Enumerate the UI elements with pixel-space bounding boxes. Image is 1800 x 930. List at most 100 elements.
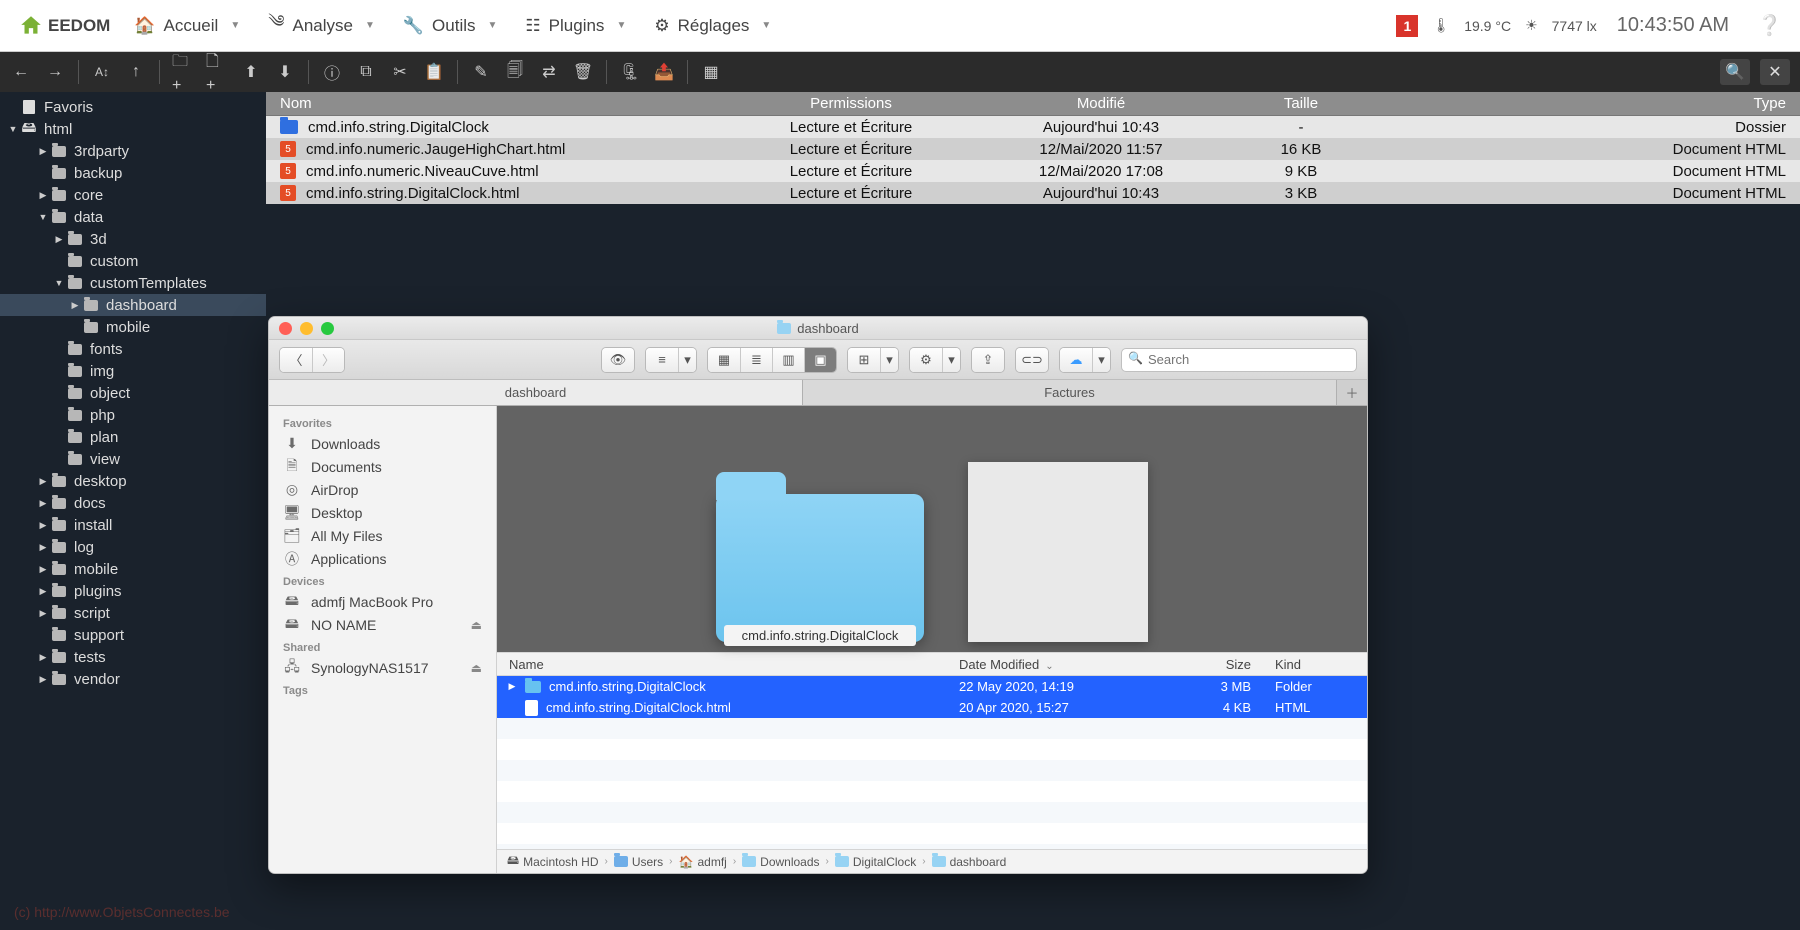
tree-item-3rdparty[interactable]: ▶3rdparty xyxy=(0,140,266,162)
window-close-icon[interactable] xyxy=(279,322,292,335)
search-input[interactable] xyxy=(1121,348,1357,372)
sidebar-item[interactable]: ⬇Downloads xyxy=(269,432,496,455)
view-list-button[interactable]: ≣ xyxy=(740,348,772,372)
window-zoom-icon[interactable] xyxy=(321,322,334,335)
menu-outils[interactable]: 🔧 Outils▼ xyxy=(391,10,510,42)
help-icon[interactable]: ❔ xyxy=(1749,13,1790,38)
nav-back-button[interactable]: 〈 xyxy=(280,348,312,372)
sidebar-item[interactable]: 🗂All My Files xyxy=(269,524,496,547)
jeedom-logo[interactable]: EEDOM xyxy=(10,13,118,39)
col-type[interactable]: Type xyxy=(1366,95,1800,112)
file-row[interactable]: 5cmd.info.numeric.NiveauCuve.htmlLecture… xyxy=(266,160,1800,182)
action-dropdown[interactable]: ▾ xyxy=(942,348,960,372)
duplicate-icon[interactable]: 🗐 xyxy=(504,61,526,83)
search-button[interactable]: 🔍 xyxy=(1720,59,1750,85)
download-icon[interactable]: ⬇ xyxy=(274,61,296,83)
col-size[interactable]: Size xyxy=(1177,657,1263,672)
view-gallery-button[interactable]: ▣ xyxy=(804,348,836,372)
col-name[interactable]: Name xyxy=(497,657,947,672)
sidebar-item[interactable]: 🖴admfj MacBook Pro xyxy=(269,590,496,613)
finder-row[interactable]: ▶cmd.info.string.DigitalClock22 May 2020… xyxy=(497,676,1367,697)
finder-row[interactable]: cmd.info.string.DigitalClock.html20 Apr … xyxy=(497,697,1367,718)
new-file-icon[interactable]: 🗋+ xyxy=(206,61,228,83)
notification-badge[interactable]: 1 xyxy=(1396,15,1418,37)
forward-icon[interactable]: → xyxy=(44,61,66,83)
tree-item-desktop[interactable]: ▶desktop xyxy=(0,470,266,492)
archive-icon[interactable]: 🗜 xyxy=(619,61,641,83)
tree-item-custom[interactable]: custom xyxy=(0,250,266,272)
icloud-button[interactable]: ☁ xyxy=(1060,348,1092,372)
tree-item-fonts[interactable]: fonts xyxy=(0,338,266,360)
sidebar-item[interactable]: 🖥Desktop xyxy=(269,501,496,524)
tree-item-dashboard[interactable]: ▶dashboard xyxy=(0,294,266,316)
preview-folder[interactable]: cmd.info.string.DigitalClock xyxy=(716,494,924,642)
view-columns-button[interactable]: ▥ xyxy=(772,348,804,372)
tree-item-plugins[interactable]: ▶plugins xyxy=(0,580,266,602)
tab-add-button[interactable]: ＋ xyxy=(1337,380,1367,405)
tree-item-plan[interactable]: plan xyxy=(0,426,266,448)
tags-button[interactable]: ⊂⊃ xyxy=(1016,348,1048,372)
path-segment[interactable]: Users xyxy=(614,855,663,869)
quicklook-button[interactable]: 👁 xyxy=(602,348,634,372)
eject-icon[interactable]: ⏏ xyxy=(471,618,482,632)
edit-icon[interactable]: ✎ xyxy=(470,61,492,83)
close-button[interactable]: ✕ xyxy=(1760,59,1790,85)
tree-item-customTemplates[interactable]: ▼customTemplates xyxy=(0,272,266,294)
tree-item-log[interactable]: ▶log xyxy=(0,536,266,558)
cut-icon[interactable]: ✂ xyxy=(389,61,411,83)
col-kind[interactable]: Kind xyxy=(1263,657,1367,672)
tree-item-support[interactable]: support xyxy=(0,624,266,646)
tree-item-data[interactable]: ▼data xyxy=(0,206,266,228)
path-segment[interactable]: 🖴Macintosh HD xyxy=(507,851,598,872)
file-row[interactable]: 5cmd.info.string.DigitalClock.htmlLectur… xyxy=(266,182,1800,204)
tree-item-object[interactable]: object xyxy=(0,382,266,404)
tree-item-php[interactable]: php xyxy=(0,404,266,426)
tree-item-mobile[interactable]: ▶mobile xyxy=(0,558,266,580)
tree-item-tests[interactable]: ▶tests xyxy=(0,646,266,668)
grid-icon[interactable]: ▦ xyxy=(700,61,722,83)
new-folder-icon[interactable]: 🗀+ xyxy=(172,61,194,83)
arrange-button[interactable]: ⊞ xyxy=(848,348,880,372)
tree-item-vendor[interactable]: ▶vendor xyxy=(0,668,266,690)
tree-item-img[interactable]: img xyxy=(0,360,266,382)
tree-item-script[interactable]: ▶script xyxy=(0,602,266,624)
share-button[interactable]: ⇪ xyxy=(972,348,1004,372)
rename-icon[interactable]: ⇄ xyxy=(538,61,560,83)
menu-plugins[interactable]: ☷ Plugins▼ xyxy=(513,10,638,42)
col-mod[interactable]: Modifié xyxy=(966,95,1236,112)
tree-item-3d[interactable]: ▶3d xyxy=(0,228,266,250)
finder-search[interactable] xyxy=(1121,348,1357,372)
sidebar-item[interactable]: 🖧SynologyNAS1517⏏ xyxy=(269,656,496,679)
upload-icon[interactable]: ⬆ xyxy=(240,61,262,83)
finder-titlebar[interactable]: dashboard xyxy=(269,317,1367,340)
tree-item-mobile[interactable]: mobile xyxy=(0,316,266,338)
tree-root[interactable]: ▼🖴html xyxy=(0,118,266,140)
icloud-dropdown[interactable]: ▾ xyxy=(1092,348,1110,372)
eject-icon[interactable]: ⏏ xyxy=(471,661,482,675)
group-dropdown[interactable]: ▾ xyxy=(678,348,696,372)
window-minimize-icon[interactable] xyxy=(300,322,313,335)
menu-reglages[interactable]: ⚙ Réglages▼ xyxy=(642,10,783,42)
arrange-dropdown[interactable]: ▾ xyxy=(880,348,898,372)
tab-factures[interactable]: Factures xyxy=(803,380,1337,405)
nav-forward-button[interactable]: 〉 xyxy=(312,348,344,372)
view-icons-button[interactable]: ▦ xyxy=(708,348,740,372)
tree-item-docs[interactable]: ▶docs xyxy=(0,492,266,514)
sort-az-icon[interactable]: A↕ xyxy=(91,61,113,83)
col-name[interactable]: Nom xyxy=(266,95,736,112)
sidebar-item[interactable]: 🗎Documents xyxy=(269,455,496,478)
path-segment[interactable]: DigitalClock xyxy=(835,855,916,869)
tree-item-view[interactable]: view xyxy=(0,448,266,470)
trash-icon[interactable]: 🗑 xyxy=(572,61,594,83)
col-size[interactable]: Taille xyxy=(1236,95,1366,112)
tab-dashboard[interactable]: dashboard xyxy=(269,380,803,405)
menu-accueil[interactable]: 🏠 Accueil▼ xyxy=(122,10,252,42)
tree-item-backup[interactable]: backup xyxy=(0,162,266,184)
col-date[interactable]: Date Modified⌄ xyxy=(947,657,1177,672)
paste-icon[interactable]: 📋 xyxy=(423,61,445,83)
up-icon[interactable]: ↑ xyxy=(125,61,147,83)
action-button[interactable]: ⚙ xyxy=(910,348,942,372)
tree-item-core[interactable]: ▶core xyxy=(0,184,266,206)
info-icon[interactable]: ⓘ xyxy=(321,61,343,83)
col-perm[interactable]: Permissions xyxy=(736,95,966,112)
